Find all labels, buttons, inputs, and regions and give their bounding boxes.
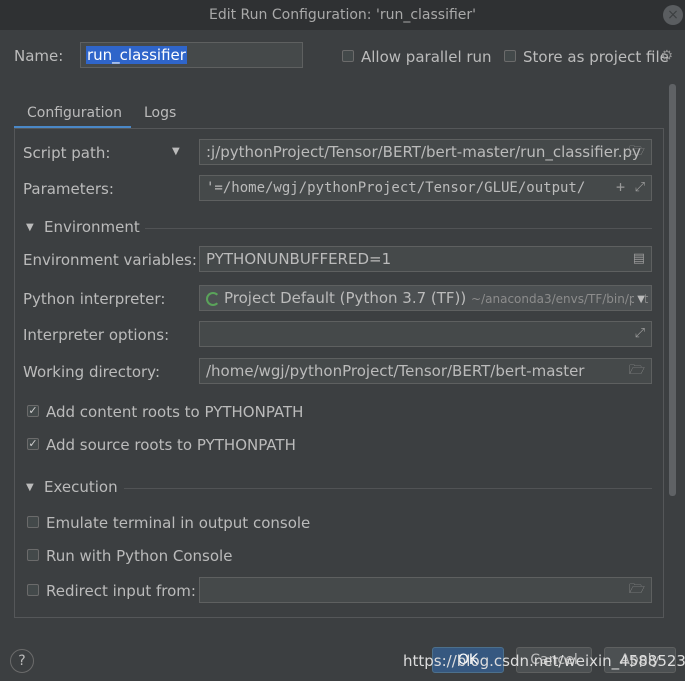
folder-icon[interactable]: 🗁 [629, 362, 645, 380]
folder-icon[interactable]: 🗁 [629, 143, 645, 161]
add-content-roots-checkbox[interactable]: ✓ [27, 405, 39, 417]
interpreter-select[interactable]: Project Default (Python 3.7 (TF)) ~/anac… [199, 285, 652, 311]
expand-icon[interactable]: ⤢ [635, 179, 645, 197]
store-project-label: Store as project file [523, 48, 669, 66]
redirect-input-checkbox[interactable] [27, 584, 39, 596]
python-console-label: Run with Python Console [46, 547, 233, 565]
environment-section-title: Environment [44, 218, 140, 236]
interpreter-value: Project Default (Python 3.7 (TF)) [224, 289, 467, 307]
env-vars-label: Environment variables: [23, 251, 197, 269]
allow-parallel-label: Allow parallel run [361, 48, 492, 66]
redirect-input-label: Redirect input from: [46, 582, 196, 600]
script-path-label: Script path: [23, 144, 111, 162]
gear-icon[interactable]: ⚙ [660, 48, 673, 64]
vertical-scrollbar[interactable] [669, 84, 676, 496]
folder-icon[interactable]: 🗁 [629, 581, 645, 599]
environment-divider [145, 228, 652, 229]
name-value: run_classifier [86, 46, 187, 64]
execution-divider [124, 488, 652, 489]
env-vars-input[interactable]: PYTHONUNBUFFERED=1 ▤ [199, 246, 652, 272]
working-dir-value: /home/wgj/pythonProject/Tensor/BERT/bert… [206, 362, 585, 380]
parameters-value: '=/home/wgj/pythonProject/Tensor/GLUE/ou… [206, 180, 586, 196]
tab-configuration[interactable]: Configuration [27, 105, 122, 121]
interpreter-path: ~/anaconda3/envs/TF/bin/pyt [471, 292, 649, 306]
title-bar: Edit Run Configuration: 'run_classifier' [0, 0, 685, 30]
allow-parallel-checkbox[interactable] [342, 50, 354, 62]
script-path-value: :j/pythonProject/Tensor/BERT/bert-master… [206, 143, 641, 161]
python-console-checkbox[interactable] [27, 549, 39, 561]
add-content-roots-label: Add content roots to PYTHONPATH [46, 403, 304, 421]
plus-icon[interactable]: + [616, 178, 625, 196]
interp-options-label: Interpreter options: [23, 326, 170, 344]
expand-icon[interactable]: ⤢ [635, 325, 645, 343]
name-input[interactable]: run_classifier [80, 42, 303, 68]
loading-spinner-icon [206, 292, 220, 306]
interpreter-label: Python interpreter: [23, 290, 166, 308]
env-vars-value: PYTHONUNBUFFERED=1 [206, 250, 392, 268]
execution-section-title: Execution [44, 478, 118, 496]
collapse-triangle-icon[interactable]: ▼ [26, 482, 34, 493]
chevron-down-icon[interactable]: ▼ [172, 146, 180, 157]
name-label: Name: [14, 47, 64, 65]
script-path-input[interactable]: :j/pythonProject/Tensor/BERT/bert-master… [199, 139, 652, 165]
working-dir-label: Working directory: [23, 363, 161, 381]
tab-logs[interactable]: Logs [144, 105, 176, 121]
document-icon[interactable]: ▤ [633, 250, 645, 268]
interp-options-input[interactable]: ⤢ [199, 321, 652, 347]
close-icon[interactable]: × [663, 5, 683, 25]
help-icon[interactable]: ? [10, 649, 34, 673]
watermark-text: https://blog.csdn.net/weixin_45885232 [403, 652, 685, 670]
parameters-label: Parameters: [23, 180, 114, 198]
chevron-down-icon[interactable]: ▼ [634, 291, 645, 309]
parameters-input[interactable]: '=/home/wgj/pythonProject/Tensor/GLUE/ou… [199, 175, 652, 201]
window-title: Edit Run Configuration: 'run_classifier' [209, 7, 476, 23]
add-source-roots-checkbox[interactable]: ✓ [27, 438, 39, 450]
add-source-roots-label: Add source roots to PYTHONPATH [46, 436, 296, 454]
emulate-terminal-label: Emulate terminal in output console [46, 514, 311, 532]
redirect-input-field[interactable]: 🗁 [199, 577, 652, 603]
store-project-checkbox[interactable] [504, 50, 516, 62]
collapse-triangle-icon[interactable]: ▼ [26, 222, 34, 233]
emulate-terminal-checkbox[interactable] [27, 516, 39, 528]
working-dir-input[interactable]: /home/wgj/pythonProject/Tensor/BERT/bert… [199, 358, 652, 384]
